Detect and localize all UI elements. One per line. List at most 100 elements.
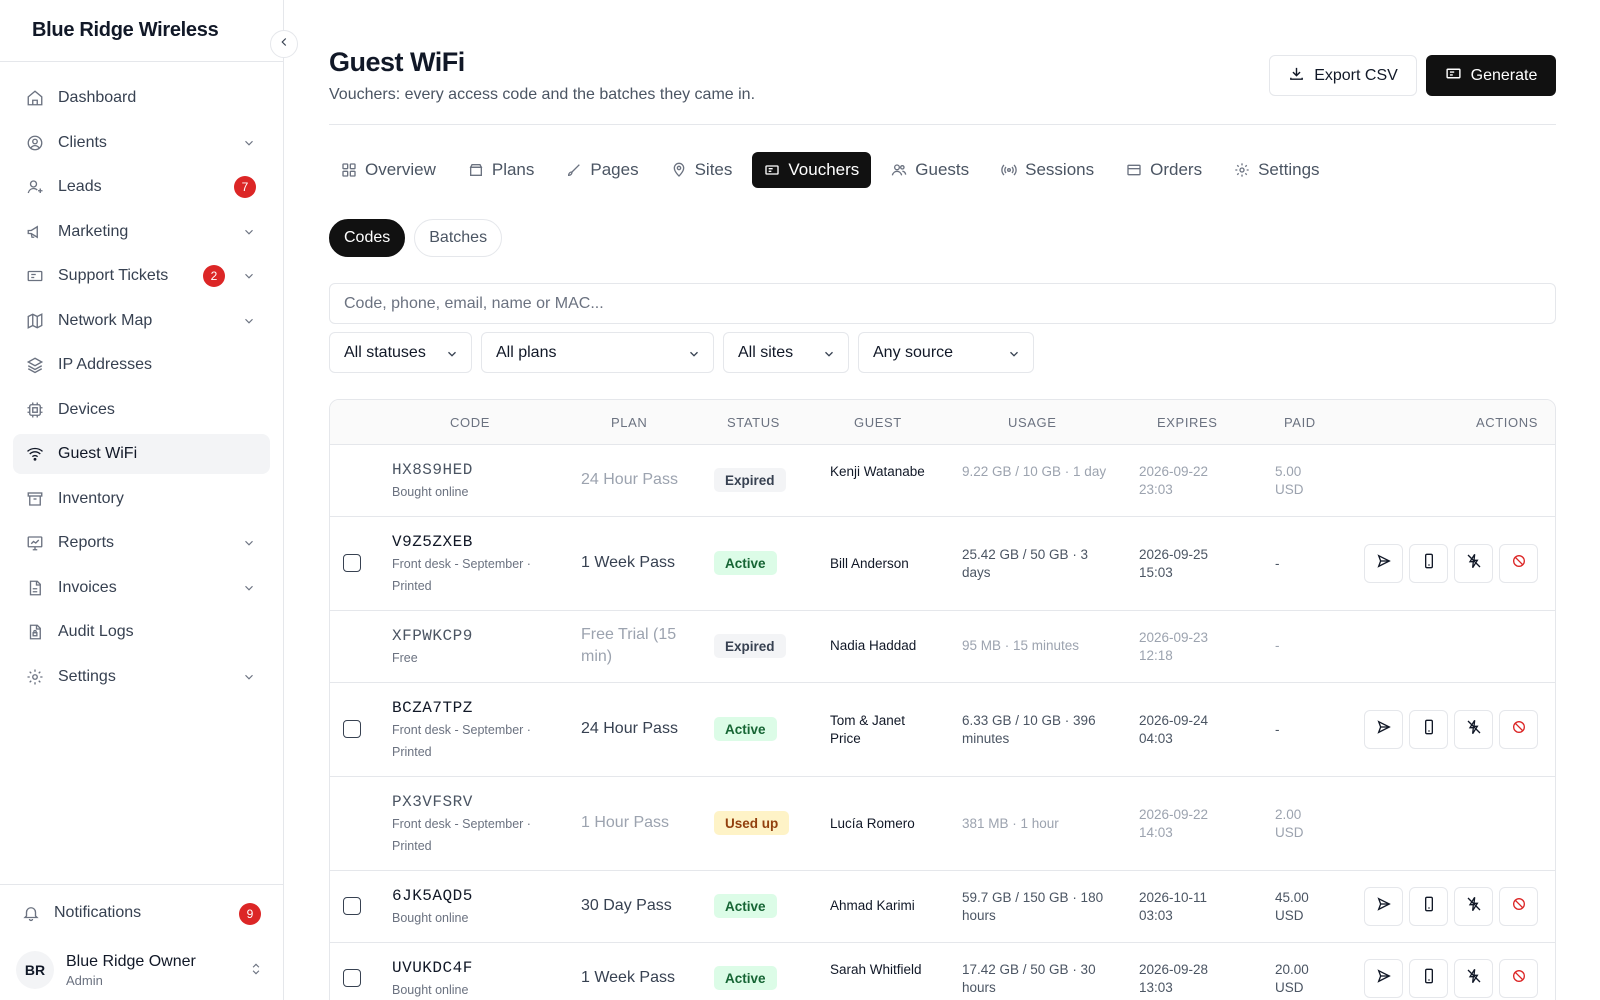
voucher-source: Free [392,651,418,665]
send-icon [1376,968,1392,989]
tab-label: Plans [491,160,535,179]
sidebar-item-inventory[interactable]: Inventory [13,479,270,519]
tab-vouchers[interactable]: Vouchers [752,152,872,188]
voucher-guest: Nadia Haddad [830,638,917,653]
sidebar-item-label: Network Map [58,311,153,329]
tab-guests[interactable]: Guests [879,152,981,188]
status-filter-select[interactable]: All statuses [329,332,472,373]
disconnect-button[interactable] [1454,544,1493,583]
voucher-code: HX8S9HED [392,461,473,479]
disconnect-button[interactable] [1454,959,1493,998]
row-actions [1364,710,1538,749]
sms-button[interactable] [1409,887,1448,926]
voucher-guest: Ahmad Karimi [830,898,915,913]
ticket-icon [764,162,780,178]
sidebar-item-invoices[interactable]: Invoices [13,568,270,608]
sms-button[interactable] [1409,959,1448,998]
header-divider [329,124,1556,125]
sidebar-item-label: Clients [58,133,107,151]
phone-icon [1421,719,1437,740]
revoke-button[interactable] [1499,710,1538,749]
vouchers-table: CODE PLAN STATUS GUEST USAGE EXPIRES PAI… [329,399,1556,1000]
unplug-icon [1466,968,1482,989]
tab-overview[interactable]: Overview [329,152,448,188]
tab-settings[interactable]: Settings [1222,152,1331,188]
source-filter-select[interactable]: Any source [858,332,1034,373]
sidebar-item-guest-wifi[interactable]: Guest WiFi [13,434,270,474]
column-header-expires: EXPIRES [1157,415,1218,430]
tab-sessions[interactable]: Sessions [989,152,1106,188]
voucher-source: Front desk - September · Printed [392,817,531,853]
ticket-icon [26,267,44,285]
row-checkbox[interactable] [343,720,361,738]
sidebar-item-leads[interactable]: Leads 7 [13,167,270,207]
table-row: PX3VFSRV Front desk - September · Printe… [330,777,1555,871]
sidebar-item-label: Leads [58,178,102,195]
row-checkbox[interactable] [343,897,361,915]
sidebar-item-network-map[interactable]: Network Map [13,301,270,341]
column-header-usage: USAGE [1008,415,1057,430]
revoke-button[interactable] [1499,544,1538,583]
column-header-code: CODE [450,415,490,430]
tab-pages[interactable]: Pages [554,152,650,188]
row-checkbox[interactable] [343,969,361,987]
sms-button[interactable] [1409,544,1448,583]
disconnect-button[interactable] [1454,710,1493,749]
collapse-sidebar-button[interactable] [270,30,298,58]
archive-icon [26,490,44,508]
segment-codes[interactable]: Codes [329,219,406,257]
voucher-guest: Bill Anderson [830,556,909,571]
chevron-down-icon [242,136,256,155]
box-icon [468,162,484,178]
user-menu[interactable]: BR Blue Ridge Owner Admin [0,941,283,999]
send-button[interactable] [1364,959,1403,998]
voucher-plan: Free Trial (15 min) [581,626,677,665]
filter-bar: All statuses All plans All sites Any sou… [329,332,1034,373]
tab-label: Sessions [1025,160,1095,179]
generate-button[interactable]: Generate [1426,55,1556,96]
chart-icon [26,534,44,552]
voucher-source: Front desk - September · Printed [392,723,531,759]
send-button[interactable] [1364,887,1403,926]
table-row: UVUKDC4F Bought online 1 Week Pass Activ… [330,943,1555,1000]
sidebar-item-clients[interactable]: Clients [13,123,270,163]
chip-icon [26,401,44,419]
sidebar-item-support-tickets[interactable]: Support Tickets 2 [13,256,270,296]
sidebar-item-marketing[interactable]: Marketing [13,212,270,252]
tab-label: Sites [694,160,733,179]
chevron-down-icon [822,347,836,366]
revoke-button[interactable] [1499,887,1538,926]
send-button[interactable] [1364,710,1403,749]
notifications-item[interactable]: Notifications 9 [0,885,283,941]
export-csv-button[interactable]: Export CSV [1269,55,1417,96]
tab-orders[interactable]: Orders [1114,152,1214,188]
search-input[interactable] [329,283,1556,324]
voucher-expires: 2026-09-28 13:03 [1139,962,1209,995]
revoke-button[interactable] [1499,959,1538,998]
voucher-usage: 381 MB · 1 hour [962,816,1059,831]
tickets-count-badge: 2 [203,265,225,287]
ticket-icon [1445,65,1462,87]
voucher-expires: 2026-09-23 12:18 [1139,630,1209,663]
map-icon [26,312,44,330]
disconnect-button[interactable] [1454,887,1493,926]
sidebar-item-label: Settings [58,667,116,685]
send-button[interactable] [1364,544,1403,583]
tab-plans[interactable]: Plans [456,152,547,188]
tab-label: Orders [1150,160,1203,179]
row-checkbox[interactable] [343,554,361,572]
sidebar-item-devices[interactable]: Devices [13,390,270,430]
sidebar-item-settings[interactable]: Settings [13,657,270,697]
tab-sites[interactable]: Sites [659,152,745,188]
chevron-down-icon [242,314,256,333]
voucher-guest: Tom & Janet Price [830,713,906,746]
sidebar-item-audit-logs[interactable]: Audit Logs [13,612,270,652]
sms-button[interactable] [1409,710,1448,749]
sidebar-item-reports[interactable]: Reports [13,523,270,563]
segment-batches[interactable]: Batches [414,219,503,257]
site-filter-select[interactable]: All sites [723,332,849,373]
plan-filter-select[interactable]: All plans [481,332,714,373]
sidebar-item-ip-addresses[interactable]: IP Addresses [13,345,270,385]
sidebar-item-dashboard[interactable]: Dashboard [13,78,270,118]
chevron-down-icon [242,670,256,689]
